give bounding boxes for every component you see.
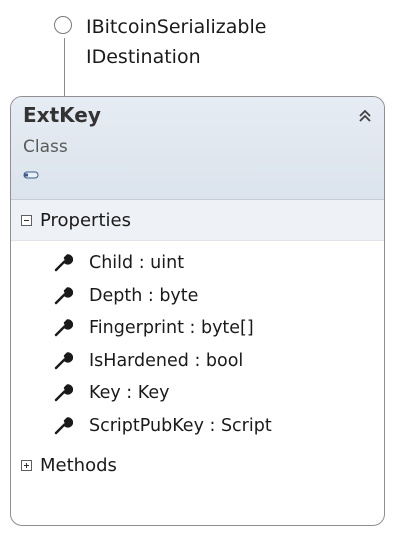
interface-connector-line [64,38,65,98]
wrench-icon [54,417,73,434]
property-item[interactable]: ScriptPubKey : Script [11,410,384,443]
property-item[interactable]: Fingerprint : byte[] [11,312,384,345]
methods-section-header[interactable]: Methods [11,446,384,484]
property-label: Depth : byte [89,285,199,306]
property-label: ScriptPubKey : Script [89,415,272,436]
wrench-icon [54,319,73,337]
properties-section: Properties Child : uint Depth : byte Fin… [11,200,384,446]
interface-name: IBitcoinSerializable [86,16,267,38]
section-label: Methods [40,454,117,476]
property-label: Child : uint [89,253,185,274]
property-item[interactable]: Depth : byte [11,280,384,313]
property-list: Child : uint Depth : byte Fingerprint : … [11,241,384,446]
wrench-icon [54,254,73,272]
property-label: Fingerprint : byte[] [89,318,254,339]
interface-list: IBitcoinSerializable IDestination [86,12,266,72]
double-chevron-up-icon[interactable] [356,107,374,125]
plus-box-icon[interactable] [21,459,32,471]
property-item[interactable]: Child : uint [11,247,384,280]
wrench-icon [54,352,73,369]
property-item[interactable]: IsHardened : bool [11,345,384,378]
interface-lollipop-icon [54,16,72,34]
property-label: IsHardened : bool [89,350,244,371]
property-label: Key : Key [89,383,170,404]
properties-section-header[interactable]: Properties [11,200,384,241]
wrench-icon [54,287,73,304]
methods-section: Methods [11,446,384,484]
class-kind: Class [23,137,68,157]
minus-box-icon[interactable] [21,214,32,226]
class-shape[interactable]: ExtKey Class Properties Child : uint Dep… [10,96,385,526]
interface-name: IDestination [86,46,201,68]
toggle-visibility-icon[interactable] [23,170,39,180]
section-label: Properties [40,209,131,231]
class-header[interactable]: ExtKey Class [11,97,384,200]
class-name: ExtKey [23,103,101,127]
wrench-icon [54,384,73,402]
property-item[interactable]: Key : Key [11,377,384,410]
